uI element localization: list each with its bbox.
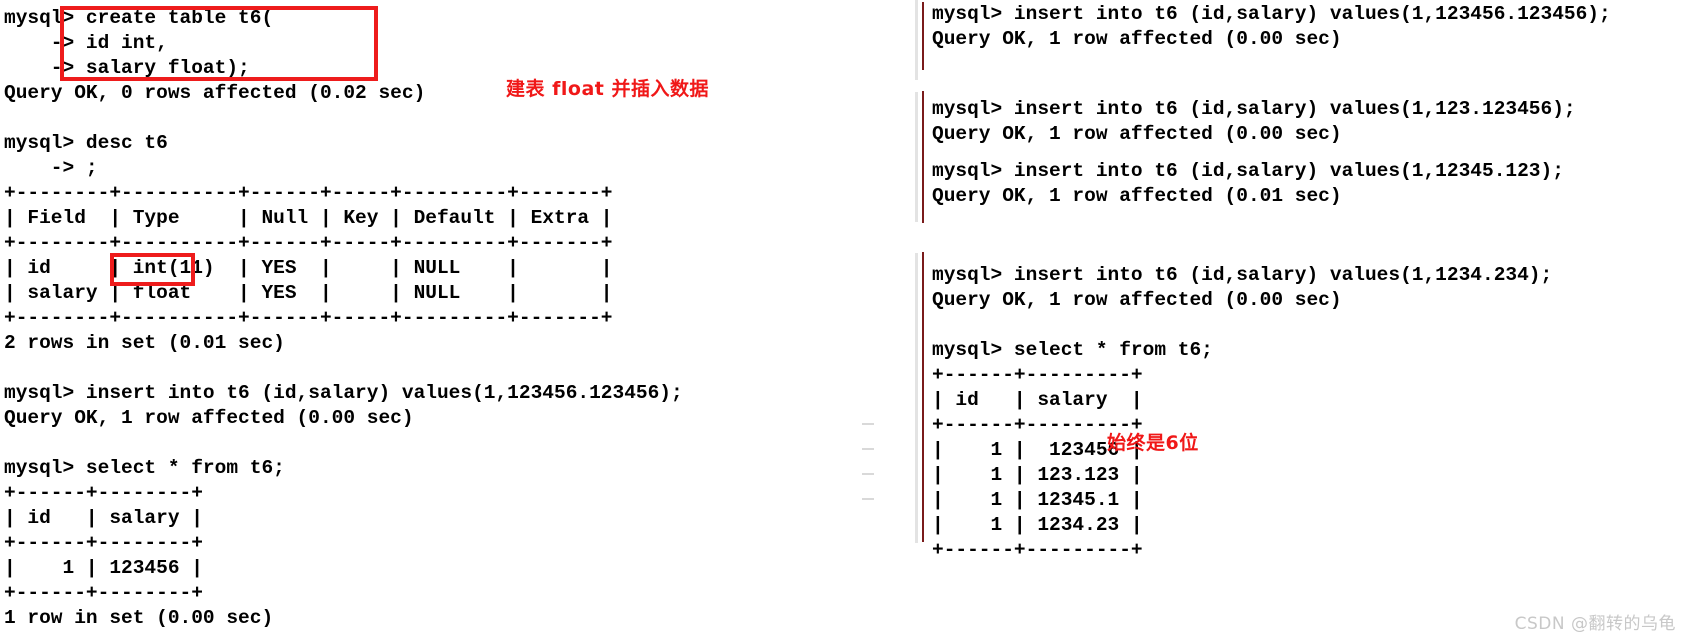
quote-rule-4 xyxy=(922,252,924,542)
mysql-console-right: mysql> insert into t6 (id,salary) values… xyxy=(862,0,1690,643)
annotation-create-float-insert: 建表 float 并插入数据 xyxy=(506,78,709,100)
scroll-track-segment[interactable] xyxy=(915,92,918,164)
highlight-box-create-table xyxy=(60,6,378,81)
scroll-tick xyxy=(862,498,874,500)
scroll-track-segment[interactable] xyxy=(915,156,918,222)
highlight-box-float-type xyxy=(110,253,195,286)
insert-1234-234-and-select-block: mysql> insert into t6 (id,salary) values… xyxy=(932,264,1553,561)
insert-123456-123456-block: mysql> insert into t6 (id,salary) values… xyxy=(932,3,1611,50)
insert-123-123456-block: mysql> insert into t6 (id,salary) values… xyxy=(932,98,1576,145)
scroll-track-segment[interactable] xyxy=(915,253,918,543)
insert-12345-123-block: mysql> insert into t6 (id,salary) values… xyxy=(932,160,1564,207)
scroll-tick xyxy=(862,423,874,425)
scroll-tick xyxy=(862,448,874,450)
scroll-tick xyxy=(862,473,874,475)
quote-rule-2 xyxy=(922,91,924,161)
quote-rule-1 xyxy=(922,2,924,70)
csdn-watermark: CSDN @翻转的乌龟 xyxy=(1514,614,1676,634)
scroll-track-segment[interactable] xyxy=(915,0,918,80)
quote-rule-3 xyxy=(922,155,924,223)
annotation-always-six-digits: 始终是6位 xyxy=(1107,432,1199,454)
